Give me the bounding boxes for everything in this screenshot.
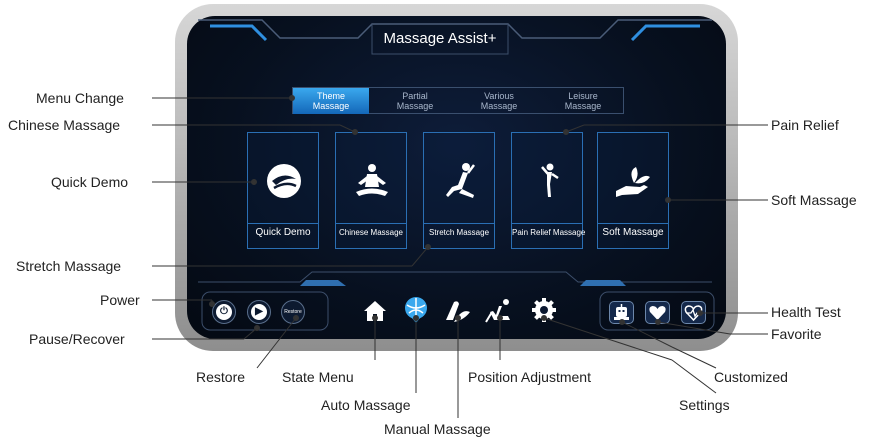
callout-customized: Customized	[714, 369, 788, 385]
callout-menu-change: Menu Change	[36, 90, 124, 106]
callout-stretch-massage: Stretch Massage	[16, 258, 122, 274]
callout-manual-massage: Manual Massage	[384, 421, 491, 437]
callout-settings: Settings	[679, 397, 730, 413]
callout-power: Power	[100, 292, 140, 308]
callout-chinese-massage: Chinese Massage	[8, 117, 121, 133]
callout-pain-relief: Pain Relief	[771, 117, 839, 133]
callout-position-adjustment: Position Adjustment	[468, 369, 591, 385]
callout-health-test: Health Test	[771, 304, 841, 320]
callout-auto-massage: Auto Massage	[321, 397, 411, 413]
callout-restore: Restore	[196, 369, 246, 385]
callout-quick-demo: Quick Demo	[51, 174, 129, 190]
callout-soft-massage: Soft Massage	[771, 192, 857, 208]
diagram: Massage Assist+ Theme Massage Partial Mass…	[0, 0, 880, 441]
callout-favorite: Favorite	[771, 326, 822, 342]
callout-pause-recover: Pause/Recover	[29, 331, 125, 347]
callout-state-menu: State Menu	[282, 369, 354, 385]
